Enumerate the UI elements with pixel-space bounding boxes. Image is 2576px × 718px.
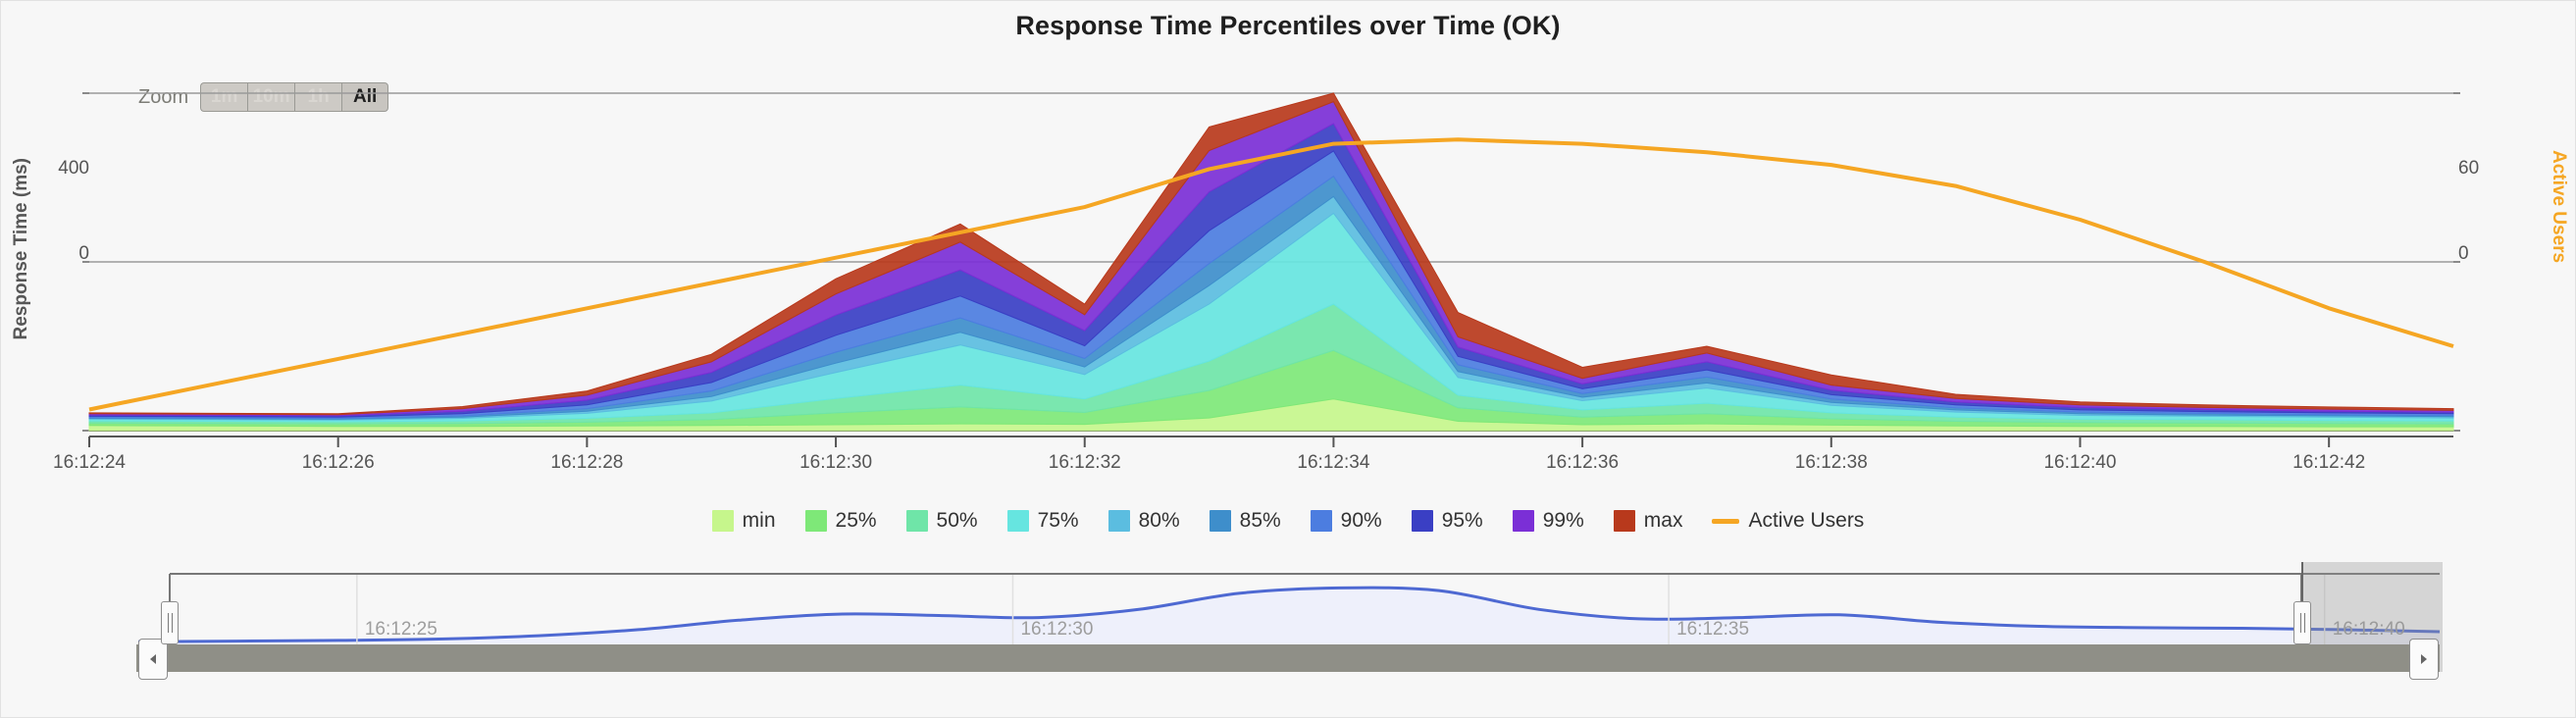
y-tick-left-400: 400 (58, 158, 89, 179)
range-navigator[interactable]: 16:12:25 16:12:30 16:12:35 16:12:40 (1, 562, 2575, 690)
y-tick-left-0: 0 (78, 243, 89, 264)
legend-item-80[interactable]: 80% (1108, 509, 1180, 533)
legend-label: 90% (1340, 509, 1382, 532)
legend-item-75[interactable]: 75% (1006, 509, 1079, 533)
legend-label: 75% (1037, 509, 1079, 532)
legend-item-50[interactable]: 50% (905, 509, 978, 533)
legend-line-marker-icon (1712, 518, 1740, 524)
legend-item-min[interactable]: min (711, 509, 776, 533)
x-tick-label: 16:12:26 (301, 452, 375, 473)
x-tick-label: 16:12:40 (2043, 452, 2117, 473)
navigator-scroll-right-button[interactable] (2409, 639, 2439, 680)
legend-item-activeusers[interactable]: Active Users (1712, 509, 1864, 533)
legend-color-swatch-icon (1512, 510, 1534, 532)
y-axis-title-right: Active Users (2549, 150, 2569, 264)
x-tick-label: 16:12:42 (2293, 452, 2366, 473)
legend-item-90[interactable]: 90% (1310, 509, 1382, 533)
legend-color-swatch-icon (1411, 510, 1433, 532)
navigator-area (138, 588, 2440, 644)
x-tick-label: 16:12:24 (53, 452, 126, 473)
legend-label: max (1643, 509, 1683, 532)
legend-color-swatch-icon (804, 510, 827, 532)
legend-item-95[interactable]: 95% (1411, 509, 1483, 533)
main-plot: Response Time (ms) Active Users 400 0 60… (1, 1, 2575, 550)
legend-label: 80% (1138, 509, 1180, 532)
chevron-right-icon (2421, 654, 2427, 664)
chart-panel: Response Time Percentiles over Time (OK)… (0, 0, 2576, 718)
legend-color-swatch-icon (1613, 510, 1635, 532)
navigator-tick-label: 16:12:25 (364, 619, 438, 640)
x-tick-label: 16:12:38 (1794, 452, 1868, 473)
legend-color-swatch-icon (1108, 510, 1130, 532)
navigator-handle-left[interactable] (161, 601, 179, 644)
navigator-tick-label: 16:12:35 (1676, 619, 1750, 640)
legend-color-swatch-icon (905, 510, 928, 532)
navigator-tick-label: 16:12:30 (1020, 619, 1094, 640)
x-tick-label: 16:12:34 (1297, 452, 1370, 473)
plot-canvas (82, 92, 2460, 447)
legend-color-swatch-icon (1209, 510, 1231, 532)
navigator-handle-right[interactable] (2293, 601, 2311, 644)
x-tick-label: 16:12:28 (550, 452, 624, 473)
x-tick-label: 16:12:30 (799, 452, 873, 473)
chart-legend: min 25% 50% 75% 80% 85% 90% 95% 99% max Active Use… (1, 509, 2575, 533)
navigator-scroll-left-button[interactable] (138, 639, 168, 680)
legend-label: 99% (1542, 509, 1584, 532)
chevron-left-icon (150, 654, 156, 664)
legend-label: min (742, 509, 776, 532)
x-tick-label: 16:12:36 (1546, 452, 1620, 473)
legend-item-85[interactable]: 85% (1209, 509, 1281, 533)
legend-label: 25% (835, 509, 877, 532)
legend-label: 85% (1239, 509, 1281, 532)
y-tick-right-0: 0 (2458, 243, 2469, 264)
legend-label: Active Users (1748, 509, 1865, 532)
legend-label: 50% (936, 509, 978, 532)
y-tick-right-60: 60 (2458, 158, 2480, 179)
legend-label: 95% (1441, 509, 1483, 532)
legend-item-25[interactable]: 25% (804, 509, 877, 533)
legend-item-99[interactable]: 99% (1512, 509, 1584, 533)
legend-item-max[interactable]: max (1613, 509, 1683, 533)
legend-color-swatch-icon (711, 510, 734, 532)
navigator-scrollbar[interactable] (136, 644, 2440, 672)
x-tick-label: 16:12:32 (1048, 452, 1121, 473)
legend-color-swatch-icon (1006, 510, 1029, 532)
legend-color-swatch-icon (1310, 510, 1332, 532)
